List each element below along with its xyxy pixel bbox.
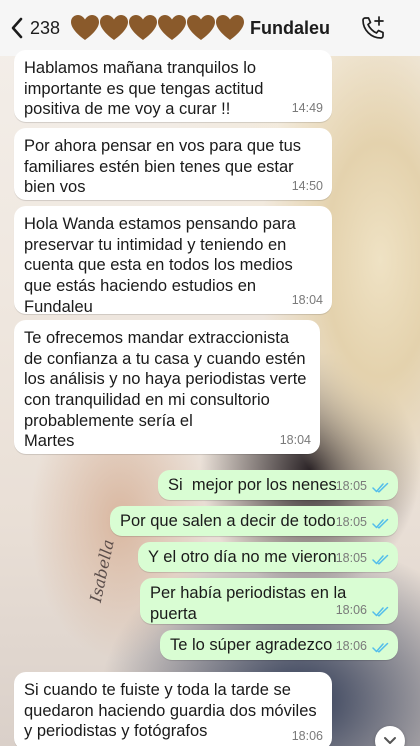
message-time: 18:04	[291, 293, 323, 308]
message-outgoing[interactable]: Por que salen a decir de todo 18:05	[110, 506, 398, 536]
message-status: 18:06	[336, 603, 389, 619]
message-time: 18:06	[291, 729, 323, 744]
message-time: 18:04	[279, 433, 311, 448]
chevron-down-icon	[384, 737, 396, 744]
message-text: Te ofrecemos mandar extraccionista de co…	[24, 329, 307, 451]
chevron-left-icon	[11, 17, 23, 39]
message-text: Hablamos mañana tranquilos lo importante…	[24, 59, 268, 119]
add-call-icon[interactable]	[360, 15, 386, 41]
message-status: 18:05	[336, 479, 389, 495]
read-double-check-icon	[372, 606, 389, 617]
read-double-check-icon	[372, 642, 389, 653]
message-time: 18:06	[335, 639, 367, 654]
message-incoming[interactable]: Hola Wanda estamos pensando para preserv…	[14, 206, 332, 316]
brown-heart-icon	[157, 14, 187, 42]
message-status: 18:05	[336, 515, 389, 531]
message-time: 18:06	[335, 603, 367, 618]
brown-heart-icon	[99, 14, 129, 42]
message-time: 14:49	[291, 101, 323, 116]
message-incoming[interactable]: Si cuando te fuiste y toda la tarde se q…	[14, 672, 332, 746]
chat-header: 238 Fundaleu	[0, 0, 420, 56]
message-outgoing[interactable]: Per había periodistas en la puerta 18:06	[140, 578, 398, 624]
message-time: 18:05	[335, 551, 367, 566]
message-status: 18:06	[336, 639, 389, 655]
message-time: 18:05	[335, 515, 367, 530]
read-double-check-icon	[372, 482, 389, 493]
message-time: 18:05	[335, 479, 367, 494]
message-time: 14:50	[291, 179, 323, 194]
message-outgoing[interactable]: Y el otro día no me vieron 18:05	[138, 542, 398, 572]
message-text: Por ahora pensar en vos para que tus fam…	[24, 137, 306, 197]
back-button[interactable]: 238	[10, 17, 60, 39]
brown-heart-icon	[186, 14, 216, 42]
message-outgoing[interactable]: Si mejor por los nenes 18:05	[158, 470, 398, 500]
brown-heart-icon	[215, 14, 245, 42]
contact-emoji-hearts[interactable]	[70, 14, 245, 42]
read-double-check-icon	[372, 554, 389, 565]
contact-name[interactable]: Fundaleu	[250, 18, 330, 39]
read-double-check-icon	[372, 518, 389, 529]
message-status: 18:05	[336, 551, 389, 567]
message-text: Si cuando te fuiste y toda la tarde se q…	[24, 681, 322, 741]
message-text: Hola Wanda estamos pensando para preserv…	[24, 215, 301, 316]
brown-heart-icon	[70, 14, 100, 42]
message-incoming[interactable]: Te ofrecemos mandar extraccionista de co…	[14, 320, 320, 454]
brown-heart-icon	[128, 14, 158, 42]
message-incoming[interactable]: Por ahora pensar en vos para que tus fam…	[14, 128, 332, 200]
message-incoming[interactable]: Hablamos mañana tranquilos lo importante…	[14, 50, 332, 122]
message-outgoing[interactable]: Te lo súper agradezco 18:06	[160, 630, 398, 660]
unread-count: 238	[30, 17, 61, 38]
